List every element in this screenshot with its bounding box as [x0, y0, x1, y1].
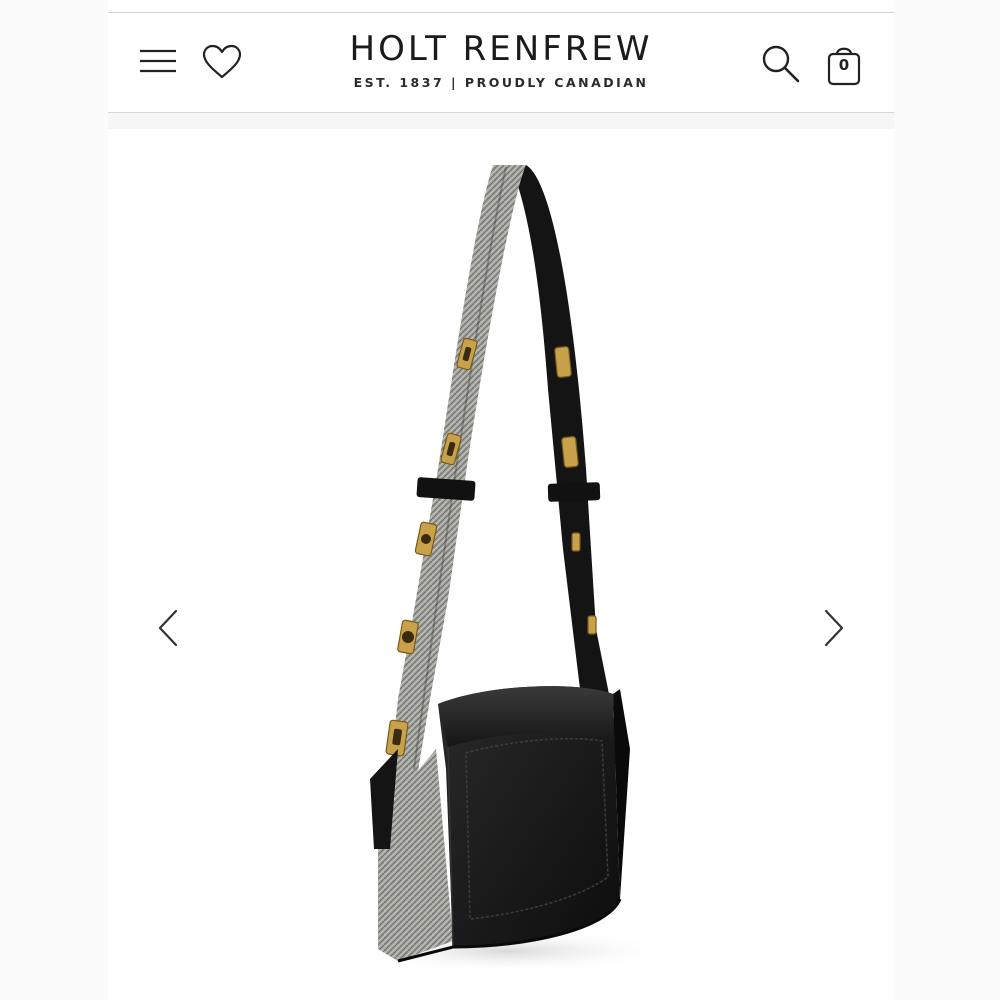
hamburger-menu-icon[interactable] — [138, 46, 178, 76]
header-shadow — [108, 113, 894, 129]
chevron-left-icon[interactable] — [148, 603, 188, 653]
site-header: HOLT RENFREW EST. 1837 | PROUDLY CANADIA… — [108, 13, 894, 113]
product-image[interactable] — [108, 129, 894, 1000]
product-image-gallery — [108, 129, 894, 1000]
chevron-right-icon[interactable] — [814, 603, 854, 653]
page: HOLT RENFREW EST. 1837 | PROUDLY CANADIA… — [0, 0, 1000, 1000]
brand-name: HOLT RENFREW — [349, 29, 653, 69]
heart-icon[interactable] — [202, 44, 242, 80]
right-margin — [894, 0, 1000, 1000]
search-icon[interactable] — [760, 43, 802, 85]
shopping-bag-button[interactable]: 0 — [824, 42, 864, 88]
left-margin — [0, 0, 108, 1000]
brand-logo[interactable]: HOLT RENFREW EST. 1837 | PROUDLY CANADIA… — [316, 29, 686, 91]
bag-count-badge: 0 — [838, 56, 850, 74]
brand-tagline: EST. 1837 | PROUDLY CANADIAN — [353, 75, 649, 90]
